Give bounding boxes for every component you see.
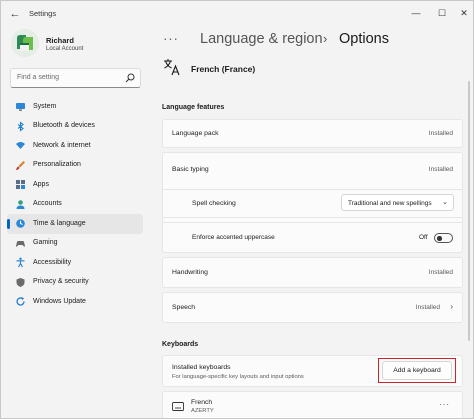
- keyboard-icon: [172, 402, 184, 411]
- sidebar-item-accessibility[interactable]: Accessibility: [7, 253, 143, 273]
- apps-icon: [16, 180, 25, 189]
- sidebar-item-label: Time & language: [33, 219, 86, 227]
- sidebar-item-gaming[interactable]: Gaming: [7, 234, 143, 254]
- spell-checking-row: Spell checking Traditional and new spell…: [162, 189, 463, 218]
- sidebar-item-label: Personalization: [33, 161, 81, 168]
- keyboard-layout: AZERTY: [191, 408, 214, 414]
- back-arrow-icon[interactable]: ←: [7, 7, 23, 21]
- person-icon: [16, 199, 25, 209]
- search-input[interactable]: Find a setting: [17, 74, 59, 81]
- toggle-knob: [437, 236, 442, 241]
- accessibility-icon: [16, 257, 25, 268]
- section-title-language-features: Language features: [162, 104, 225, 111]
- installed-keyboards-label: Installed keyboards: [172, 364, 231, 371]
- chevron-down-icon: ⌄: [442, 199, 448, 206]
- sidebar-nav: System Bluetooth & devices Network & int…: [7, 97, 143, 312]
- sidebar-item-label: Accessibility: [33, 258, 72, 266]
- enforce-uppercase-toggle[interactable]: [434, 233, 453, 243]
- language-pack-row[interactable]: Language pack Installed: [162, 119, 463, 148]
- scrollbar[interactable]: [468, 81, 470, 341]
- monitor-icon: [16, 103, 25, 111]
- sidebar-item-label: Apps: [33, 180, 49, 188]
- maximize-button[interactable]: ☐: [435, 6, 449, 20]
- add-keyboard-button[interactable]: Add a keyboard: [382, 361, 452, 380]
- breadcrumb-parent[interactable]: Language & region: [200, 31, 323, 47]
- update-icon: [16, 297, 25, 306]
- spell-checking-dropdown[interactable]: Traditional and new spellings ⌄: [341, 194, 454, 211]
- section-title-keyboards: Keyboards: [162, 341, 199, 348]
- language-icon: [164, 59, 180, 76]
- title-bar: ← Settings — ☐ ✕: [1, 1, 473, 27]
- enforce-uppercase-row: Enforce accented uppercase Off: [162, 222, 463, 253]
- sidebar-item-label: System: [33, 102, 57, 110]
- enforce-uppercase-label: Enforce accented uppercase: [192, 234, 275, 241]
- speech-row[interactable]: Speech Installed ›: [162, 292, 463, 323]
- handwriting-status: Installed: [428, 269, 453, 276]
- sidebar-item-label: Accounts: [33, 200, 62, 207]
- sidebar-item-windows-update[interactable]: Windows Update: [7, 292, 143, 312]
- sidebar-item-label: Privacy & security: [33, 278, 89, 285]
- sidebar-item-bluetooth[interactable]: Bluetooth & devices: [7, 117, 143, 137]
- brush-icon: [16, 160, 25, 170]
- breadcrumb-overflow[interactable]: ···: [163, 30, 179, 46]
- sidebar-item-system[interactable]: System: [7, 97, 143, 117]
- keyboard-item: French AZERTY ···: [162, 391, 463, 418]
- sidebar-item-label: Network & internet: [33, 141, 91, 149]
- gamepad-icon: [16, 240, 25, 247]
- sidebar-item-label: Bluetooth & devices: [33, 122, 95, 129]
- basic-typing-label: Basic typing: [172, 166, 209, 173]
- breadcrumb-separator: ›: [323, 31, 328, 46]
- search-box[interactable]: Find a setting: [10, 68, 141, 88]
- chevron-right-icon: ›: [450, 302, 453, 311]
- globe-clock-icon: [16, 219, 25, 228]
- wifi-icon: [16, 142, 25, 149]
- basic-typing-status: Installed: [428, 166, 453, 173]
- app-title: Settings: [29, 9, 57, 18]
- user-name: Richard: [46, 36, 74, 45]
- avatar[interactable]: [11, 29, 39, 57]
- sidebar-item-time-language[interactable]: Time & language: [7, 214, 143, 234]
- keyboard-name: French: [191, 399, 213, 406]
- language-pack-status: Installed: [428, 130, 453, 137]
- sidebar-item-label: Gaming: [33, 239, 58, 246]
- sidebar-item-apps[interactable]: Apps: [7, 175, 143, 195]
- page-title: Options: [339, 31, 389, 47]
- handwriting-label: Handwriting: [172, 269, 208, 276]
- spell-checking-value: Traditional and new spellings: [348, 199, 432, 207]
- language-name: French (France): [191, 64, 256, 74]
- sidebar-item-label: Windows Update: [33, 297, 86, 305]
- handwriting-row[interactable]: Handwriting Installed: [162, 257, 463, 288]
- minimize-button[interactable]: —: [409, 6, 423, 20]
- search-icon[interactable]: [125, 73, 135, 83]
- settings-window: ← Settings — ☐ ✕ Richard Local Account F…: [0, 0, 474, 419]
- installed-keyboards-description: For language-specific key layouts and in…: [172, 374, 304, 380]
- sidebar-item-privacy[interactable]: Privacy & security: [7, 273, 143, 293]
- bluetooth-icon: [17, 120, 24, 132]
- spell-checking-label: Spell checking: [192, 200, 236, 207]
- speech-label: Speech: [172, 304, 196, 311]
- close-button[interactable]: ✕: [457, 6, 471, 20]
- sidebar-item-personalization[interactable]: Personalization: [7, 156, 143, 176]
- more-options-icon[interactable]: ···: [439, 400, 450, 409]
- shield-icon: [16, 277, 25, 287]
- sidebar-item-accounts[interactable]: Accounts: [7, 195, 143, 215]
- language-pack-label: Language pack: [172, 130, 219, 137]
- account-type: Local Account: [46, 46, 84, 52]
- speech-status: Installed: [415, 304, 440, 311]
- toggle-state-label: Off: [419, 234, 428, 241]
- sidebar-item-network[interactable]: Network & internet: [7, 136, 143, 156]
